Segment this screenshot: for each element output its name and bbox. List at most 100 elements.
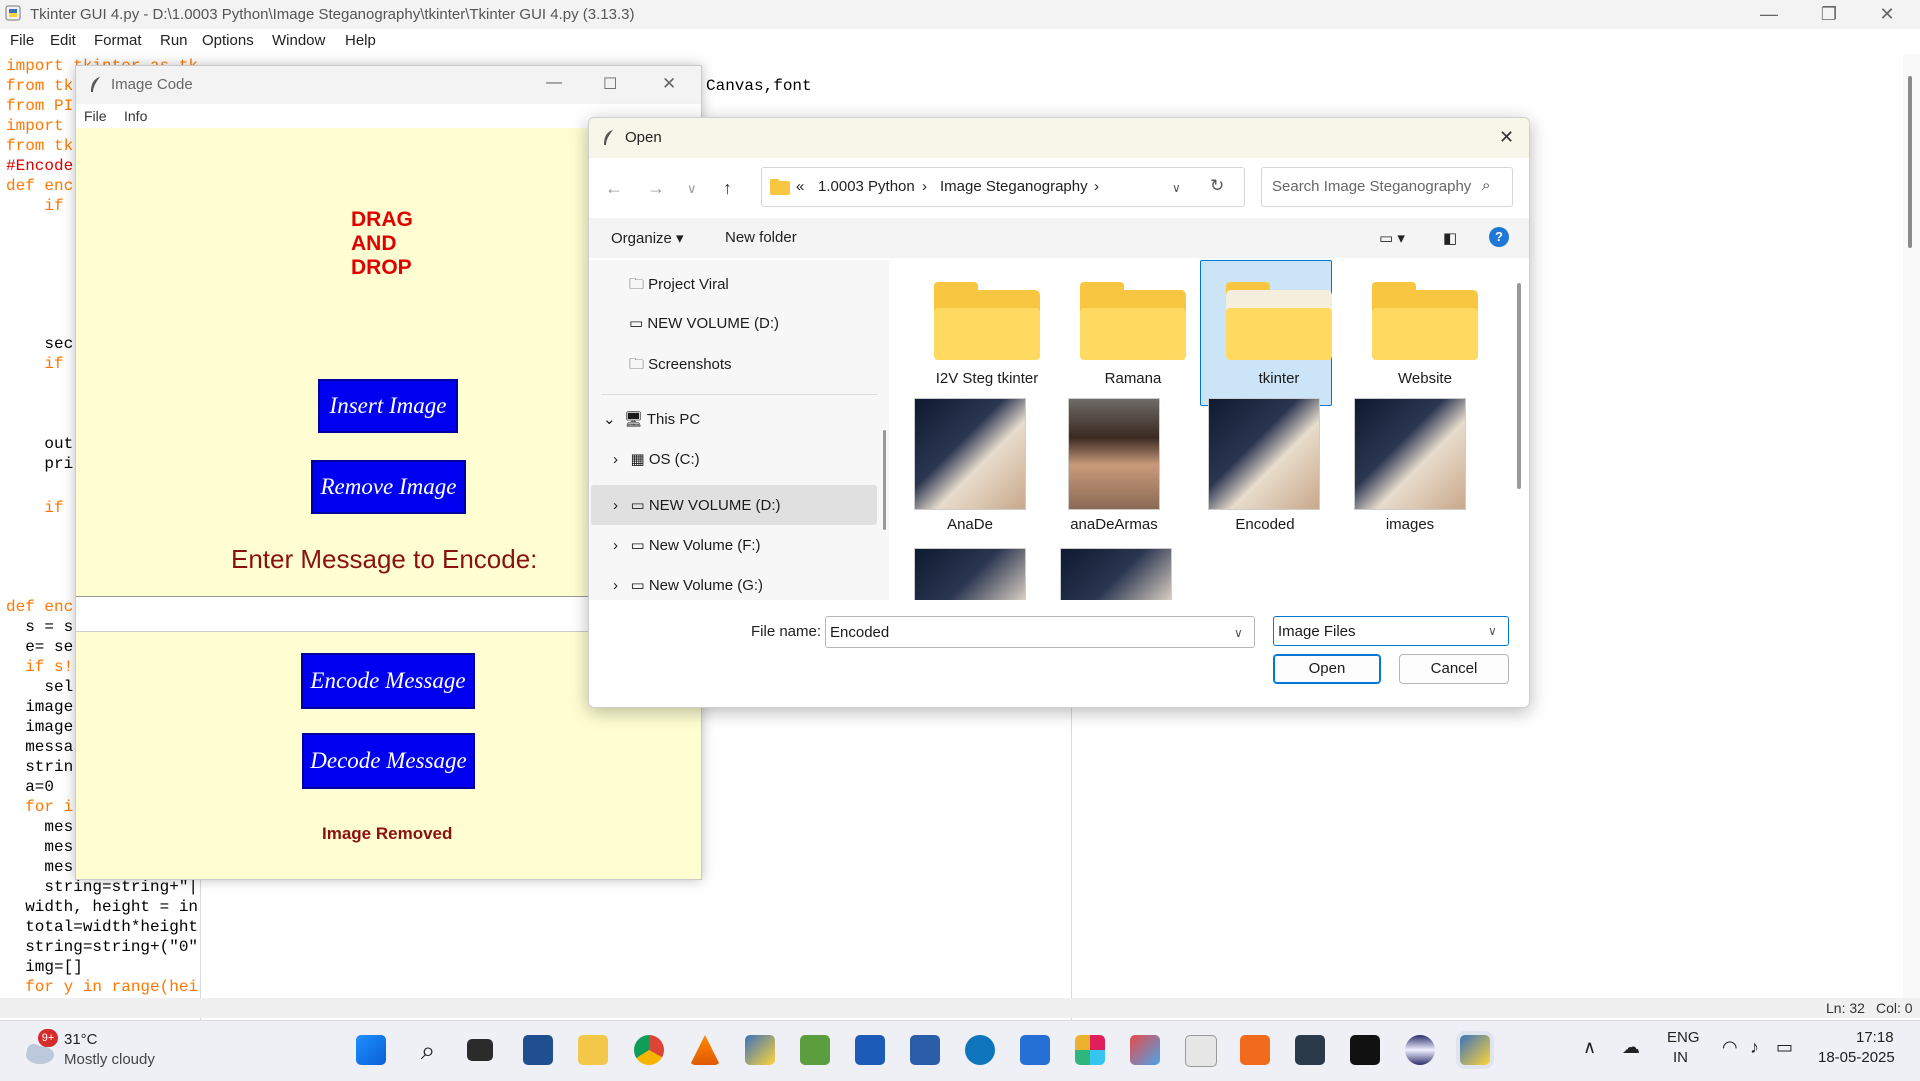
weather-temp[interactable]: 31°C bbox=[64, 1031, 98, 1048]
image-name[interactable]: Encoded bbox=[1195, 516, 1335, 533]
onedrive-icon[interactable]: ☁ bbox=[1622, 1037, 1640, 1058]
vlc-icon[interactable] bbox=[690, 1035, 720, 1065]
dell-icon[interactable] bbox=[965, 1035, 995, 1065]
xampp-icon[interactable] bbox=[1240, 1035, 1270, 1065]
breadcrumb-overflow[interactable]: « bbox=[796, 178, 804, 195]
close-button[interactable]: ✕ bbox=[1858, 0, 1916, 29]
weather-desc[interactable]: Mostly cloudy bbox=[64, 1051, 155, 1068]
breadcrumb-item[interactable]: 1.0003 Python bbox=[818, 178, 915, 195]
battery-icon[interactable]: ▭ bbox=[1776, 1037, 1793, 1058]
wifi-icon[interactable]: ◠ bbox=[1722, 1037, 1738, 1058]
language-primary[interactable]: ENG bbox=[1667, 1029, 1700, 1046]
nav-item-os-c[interactable]: › ▦ OS (C:) bbox=[613, 450, 700, 468]
menu-window[interactable]: Window bbox=[272, 32, 325, 49]
nav-item-new-volume-g[interactable]: › ▭ New Volume (G:) bbox=[613, 576, 763, 594]
encode-message-button[interactable]: Encode Message bbox=[301, 653, 475, 709]
forward-arrow-icon[interactable]: → bbox=[647, 178, 665, 199]
file-pane-scrollbar[interactable] bbox=[1517, 283, 1521, 489]
nav-item-this-pc[interactable]: ⌄ 🖥 This PC bbox=[603, 410, 700, 428]
view-options-icon[interactable]: ▭ ▾ bbox=[1379, 229, 1405, 247]
eclipse-icon[interactable] bbox=[1405, 1035, 1435, 1065]
image-thumbnail[interactable] bbox=[914, 398, 1026, 510]
menu-options[interactable]: Options bbox=[202, 32, 254, 49]
nav-item-screenshots[interactable]: 🗀 Screenshots bbox=[629, 354, 732, 379]
word-icon[interactable] bbox=[855, 1035, 885, 1065]
open-button[interactable]: Open bbox=[1273, 654, 1381, 684]
nav-item-new-volume-d-drive[interactable]: › ▭ NEW VOLUME (D:) bbox=[613, 496, 781, 514]
nav-item-new-volume-d[interactable]: ▭ NEW VOLUME (D:) bbox=[629, 314, 779, 332]
minimize-button[interactable]: — bbox=[1740, 0, 1798, 29]
file-type-select[interactable]: Image Files ∨ bbox=[1273, 616, 1509, 646]
menu-format[interactable]: Format bbox=[94, 32, 142, 49]
editor-scrollbar[interactable] bbox=[1903, 54, 1920, 1017]
folder-name[interactable]: Ramana bbox=[1063, 370, 1203, 387]
back-arrow-icon[interactable]: ← bbox=[605, 178, 623, 199]
menu-run[interactable]: Run bbox=[160, 32, 188, 49]
file-explorer-icon[interactable] bbox=[578, 1035, 608, 1065]
image-thumbnail[interactable] bbox=[1354, 398, 1466, 510]
folder-name[interactable]: Website bbox=[1355, 370, 1495, 387]
folder-icon[interactable] bbox=[1372, 282, 1478, 360]
volume-icon[interactable]: ♪ bbox=[1750, 1037, 1759, 1058]
preview-pane-icon[interactable]: ◧ bbox=[1443, 229, 1457, 247]
image-name[interactable]: AnaDe bbox=[900, 516, 1040, 533]
search-input[interactable]: Search Image Steganography ⌕ bbox=[1261, 167, 1513, 207]
dev-cpp-icon[interactable] bbox=[523, 1035, 553, 1065]
app-icon[interactable] bbox=[1130, 1035, 1160, 1065]
task-view-icon[interactable] bbox=[467, 1039, 493, 1061]
restore-button[interactable]: ❐ bbox=[1800, 0, 1858, 29]
language-secondary[interactable]: IN bbox=[1673, 1049, 1688, 1066]
image-thumbnail[interactable] bbox=[914, 548, 1026, 600]
insert-image-button[interactable]: Insert Image bbox=[318, 379, 458, 433]
terminal-icon[interactable] bbox=[1350, 1035, 1380, 1065]
help-icon[interactable]: ? bbox=[1489, 227, 1509, 247]
address-bar[interactable]: « 1.0003 Python › Image Steganography › … bbox=[761, 167, 1245, 207]
close-button[interactable]: ✕ bbox=[662, 74, 676, 94]
slack-icon[interactable] bbox=[1075, 1035, 1105, 1065]
remove-image-button[interactable]: Remove Image bbox=[311, 460, 466, 514]
file-name-input[interactable]: Encoded ∨ bbox=[825, 616, 1255, 648]
recent-locations-icon[interactable]: ∨ bbox=[687, 181, 697, 197]
close-button[interactable]: ✕ bbox=[1499, 127, 1514, 148]
folder-icon[interactable] bbox=[1080, 282, 1186, 360]
folder-icon[interactable] bbox=[1226, 282, 1332, 360]
menu-help[interactable]: Help bbox=[345, 32, 376, 49]
menu-file[interactable]: File bbox=[84, 108, 107, 124]
clock-time[interactable]: 17:18 bbox=[1856, 1029, 1894, 1046]
powershell-icon[interactable] bbox=[1295, 1035, 1325, 1065]
new-folder-button[interactable]: New folder bbox=[725, 229, 797, 246]
chevron-up-icon[interactable]: ∧ bbox=[1583, 1037, 1596, 1058]
nav-item-new-volume-f[interactable]: › ▭ New Volume (F:) bbox=[613, 536, 761, 554]
menu-edit[interactable]: Edit bbox=[50, 32, 76, 49]
folder-icon[interactable] bbox=[934, 282, 1040, 360]
folder-name[interactable]: tkinter bbox=[1209, 370, 1349, 387]
image-thumbnail[interactable] bbox=[1060, 548, 1172, 600]
store-icon[interactable] bbox=[1020, 1035, 1050, 1065]
scrollbar-thumb[interactable] bbox=[1908, 76, 1912, 248]
python-app-icon[interactable] bbox=[1460, 1035, 1490, 1065]
breadcrumb-item[interactable]: Image Steganography bbox=[940, 178, 1088, 195]
menu-info[interactable]: Info bbox=[124, 108, 147, 124]
up-arrow-icon[interactable]: ↑ bbox=[723, 178, 732, 199]
image-name[interactable]: anaDeArmas bbox=[1044, 516, 1184, 533]
notepad-icon[interactable] bbox=[910, 1035, 940, 1065]
window-app-icon[interactable] bbox=[1185, 1035, 1217, 1067]
folder-name[interactable]: I2V Steg tkinter bbox=[917, 370, 1057, 387]
cancel-button[interactable]: Cancel bbox=[1399, 654, 1509, 684]
nav-item-project-viral[interactable]: 🗀 Project Viral bbox=[629, 274, 729, 299]
windows-start-icon[interactable] bbox=[356, 1035, 386, 1065]
python-idle-icon[interactable] bbox=[745, 1035, 775, 1065]
chevron-down-icon[interactable]: ∨ bbox=[1234, 626, 1243, 640]
search-icon[interactable]: ⌕ bbox=[413, 1035, 443, 1065]
address-dropdown-icon[interactable]: ∨ bbox=[1172, 181, 1181, 195]
image-editor-icon[interactable] bbox=[800, 1035, 830, 1065]
maximize-button[interactable]: ☐ bbox=[603, 74, 617, 94]
clock-date[interactable]: 18-05-2025 bbox=[1818, 1049, 1895, 1066]
minimize-button[interactable]: — bbox=[546, 74, 562, 92]
image-name[interactable]: images bbox=[1340, 516, 1480, 533]
image-thumbnail[interactable] bbox=[1208, 398, 1320, 510]
image-thumbnail[interactable] bbox=[1068, 398, 1160, 510]
decode-message-button[interactable]: Decode Message bbox=[302, 733, 475, 789]
nav-scrollbar[interactable] bbox=[883, 430, 886, 530]
chrome-icon[interactable] bbox=[634, 1035, 664, 1065]
